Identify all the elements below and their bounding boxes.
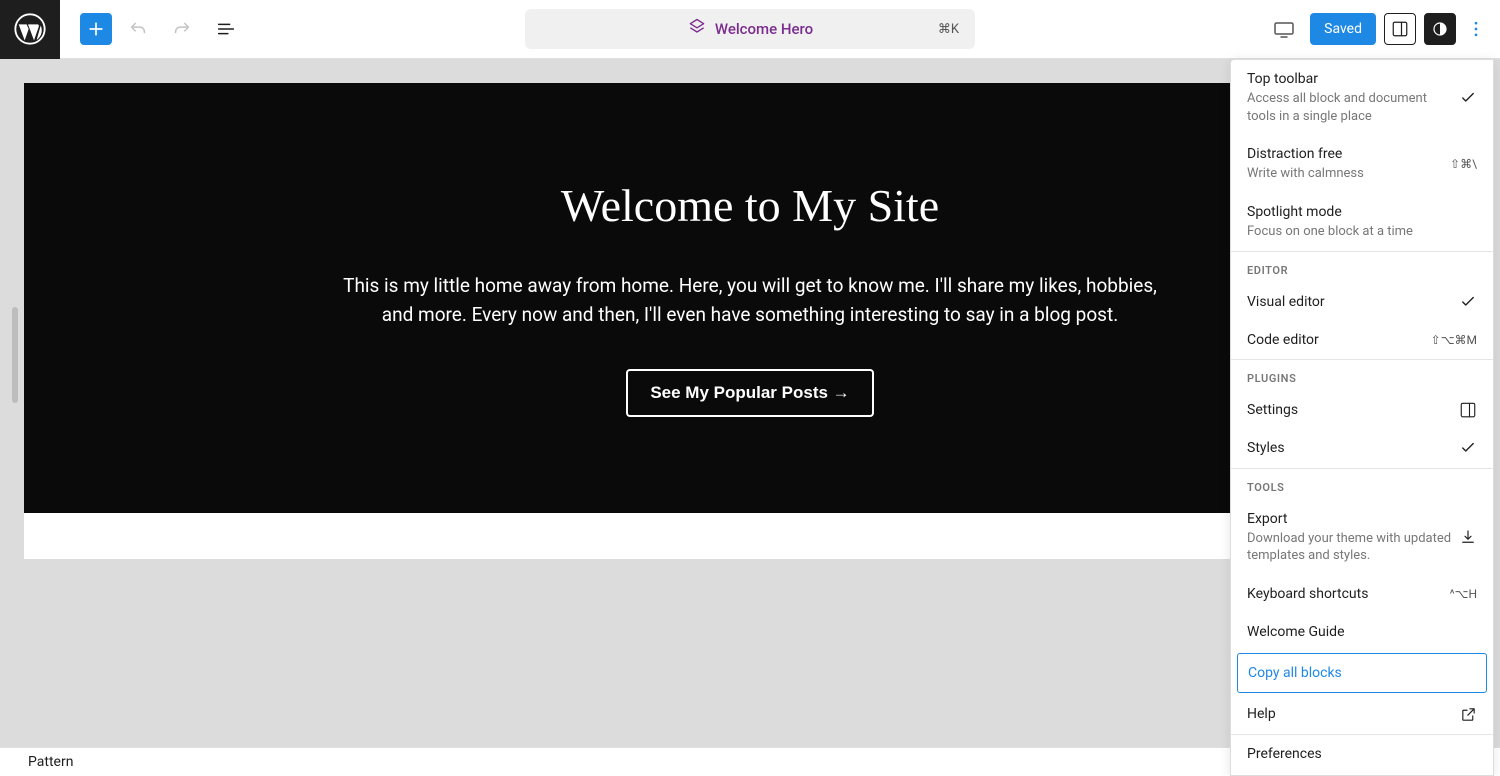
menu-item-export[interactable]: Export Download your theme with updated …	[1231, 500, 1493, 575]
options-menu-button[interactable]	[1464, 13, 1488, 45]
undo-button[interactable]	[120, 11, 156, 47]
device-preview-button[interactable]	[1266, 11, 1302, 47]
menu-item-help[interactable]: Help	[1231, 695, 1493, 733]
menu-item-keyboard-shortcuts[interactable]: Keyboard shortcuts ^⌥H	[1231, 575, 1493, 613]
menu-item-preferences[interactable]: Preferences	[1231, 735, 1493, 773]
wordpress-logo-button[interactable]	[0, 0, 60, 59]
menu-item-spotlight-mode[interactable]: Spotlight mode Focus on one block at a t…	[1231, 193, 1493, 251]
document-chip[interactable]: Welcome Hero ⌘K	[525, 9, 975, 49]
saved-button[interactable]: Saved	[1310, 13, 1376, 45]
download-icon	[1459, 528, 1477, 546]
toolbar-right-group: Saved	[1266, 11, 1500, 47]
hero-title[interactable]: Welcome to My Site	[561, 179, 939, 232]
command-shortcut: ⌘K	[938, 22, 959, 37]
menu-item-top-toolbar[interactable]: Top toolbar Access all block and documen…	[1231, 60, 1493, 135]
shortcut-label: ^⌥H	[1450, 587, 1477, 601]
group-header-plugins: Plugins	[1231, 360, 1493, 391]
hero-body[interactable]: This is my little home away from home. H…	[340, 272, 1160, 329]
add-block-button[interactable]	[80, 13, 112, 45]
hero-cta-button[interactable]: See My Popular Posts →	[626, 369, 873, 417]
pattern-icon	[687, 17, 707, 41]
menu-item-styles[interactable]: Styles	[1231, 429, 1493, 467]
styles-panel-toggle[interactable]	[1424, 13, 1456, 45]
menu-item-copy-all-blocks[interactable]: Copy all blocks	[1237, 653, 1487, 693]
menu-item-distraction-free[interactable]: Distraction free Write with calmness ⇧⌘\	[1231, 135, 1493, 193]
check-icon	[1459, 293, 1477, 311]
check-icon	[1459, 439, 1477, 457]
group-header-editor: Editor	[1231, 252, 1493, 283]
menu-item-settings[interactable]: Settings	[1231, 391, 1493, 429]
menu-item-welcome-guide[interactable]: Welcome Guide	[1231, 613, 1493, 651]
group-header-tools: Tools	[1231, 469, 1493, 500]
external-link-icon	[1460, 706, 1477, 723]
document-title: Welcome Hero	[715, 20, 813, 38]
toolbar-left-group	[60, 11, 244, 47]
options-menu: Top toolbar Access all block and documen…	[1230, 59, 1494, 776]
resize-handle-left[interactable]	[12, 307, 18, 403]
top-toolbar: Welcome Hero ⌘K Saved	[0, 0, 1500, 59]
menu-item-code-editor[interactable]: Code editor ⇧⌥⌘M	[1231, 321, 1493, 359]
shortcut-label: ⇧⌥⌘M	[1431, 333, 1477, 347]
menu-item-visual-editor[interactable]: Visual editor	[1231, 283, 1493, 321]
shortcut-label: ⇧⌘\	[1450, 157, 1477, 171]
panel-icon	[1459, 401, 1477, 419]
check-icon	[1459, 89, 1477, 107]
block-type-label: Pattern	[28, 754, 73, 770]
redo-button[interactable]	[164, 11, 200, 47]
settings-panel-toggle[interactable]	[1384, 13, 1416, 45]
document-overview-button[interactable]	[208, 11, 244, 47]
